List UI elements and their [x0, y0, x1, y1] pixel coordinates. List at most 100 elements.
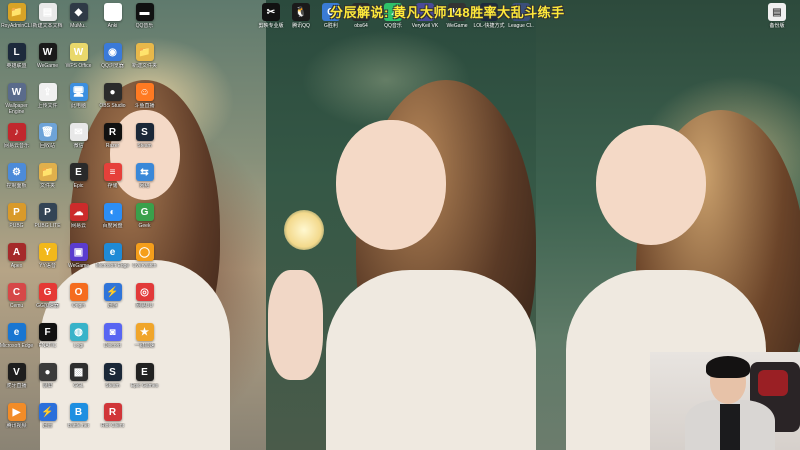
desktop-icon[interactable]: ● 录屏 [31, 363, 64, 389]
app-icon: Y [38, 243, 57, 261]
desktop-icon[interactable]: W WeGame [31, 43, 64, 69]
desktop-icon[interactable]: V 虎牙直播 [0, 363, 33, 389]
desktop-icon-label: 存储 [107, 183, 118, 189]
app-icon: F [38, 323, 57, 341]
desktop-icon[interactable]: ◯ Overwatch [128, 243, 161, 269]
app-icon: 📁 [38, 163, 57, 181]
desktop-icon[interactable]: F FNATIC [31, 323, 64, 349]
desktop-icon[interactable]: S Steam [96, 363, 129, 389]
desktop-icon[interactable]: ▣ WeGame [62, 243, 95, 269]
desktop-icon[interactable]: ♪ 网易云音乐 [0, 123, 33, 149]
app-icon: ⚡ [103, 283, 122, 301]
desktop-icon[interactable]: R Riot Client [96, 403, 129, 429]
desktop-icon[interactable]: A Apex [0, 243, 33, 269]
desktop-icon-label: 网络 [139, 183, 150, 189]
desktop-icon[interactable]: ◍ Logi [62, 323, 95, 349]
desktop-icon[interactable]: ✱ Anki [96, 3, 129, 29]
app-icon: P [38, 203, 57, 221]
desktop-icon[interactable]: E Epic Games [128, 363, 161, 389]
desktop-icon-label: Anki [107, 23, 118, 29]
desktop-icon[interactable]: 🐧 腾讯QQ [286, 3, 316, 29]
app-icon: P [7, 203, 26, 221]
desktop-icon[interactable]: ▤ 新建文本文档 [31, 3, 64, 29]
desktop-icon[interactable]: ★ 一键加速 [128, 323, 161, 349]
desktop-icon[interactable]: P PUBG [0, 203, 33, 229]
desktop-icon[interactable]: W Wallpaper Engine [0, 83, 33, 115]
desktop-icon-label: 备份版 [769, 23, 785, 29]
desktop-icon[interactable]: ⇆ 网络 [128, 163, 161, 189]
app-icon: S [103, 363, 122, 381]
desktop-icon-label: 百度网盘 [102, 223, 123, 229]
desktop-icon[interactable]: L 英雄联盟 [0, 43, 33, 69]
desktop-icon[interactable]: R Razer [96, 123, 129, 149]
desktop-icon-label: OBS Studio [99, 103, 126, 109]
app-icon: R [103, 123, 122, 141]
desktop-icon[interactable]: E Epic [62, 163, 95, 189]
desktop-icon[interactable]: Y YY语音 [31, 243, 64, 269]
app-icon: S [135, 123, 154, 141]
desktop-icon[interactable]: ◐ 百度网盘 [96, 203, 129, 229]
desktop-icon[interactable]: ◙ Discord [96, 323, 129, 349]
desktop-icon[interactable]: ⇪ 上传文件 [31, 83, 64, 109]
desktop-icon[interactable]: S Steam [128, 123, 161, 149]
desktop-icon-label: QQ音乐 [135, 23, 154, 29]
desktop-icon[interactable]: 📁 RoyAdminCLI [0, 3, 33, 29]
desktop-icon-label: WeGame [446, 23, 468, 29]
app-icon: W [69, 43, 88, 61]
app-icon: 🐧 [292, 3, 310, 21]
desktop-icon[interactable]: ✉ 微信 [62, 123, 95, 149]
desktop-icon[interactable]: ▬ QQ音乐 [128, 3, 161, 29]
desktop-icon[interactable]: e Microsoft Edge [96, 243, 129, 269]
desktop-icon[interactable]: G GG加速器 [31, 283, 64, 309]
app-icon: e [103, 243, 122, 261]
desktop-icon[interactable]: ⚙ 控制面板 [0, 163, 33, 189]
app-icon: ● [38, 363, 57, 381]
desktop-icon[interactable]: O Origin [62, 283, 95, 309]
desktop-icon-label: 斗鱼直播 [134, 103, 155, 109]
app-icon: ✱ [103, 3, 122, 21]
desktop-icon[interactable]: ◉ QQ浏览器 [96, 43, 129, 69]
desktop-icon[interactable]: ◆ MuMu.. [62, 3, 95, 29]
desktop-icon[interactable]: ⚡ 迅雷 [31, 403, 64, 429]
desktop-icon[interactable]: P PUBG LITE [31, 203, 64, 229]
desktop-icon[interactable]: ◎ 网易UU [128, 283, 161, 309]
desktop-icon[interactable]: ● OBS Studio [96, 83, 129, 109]
app-icon: E [69, 163, 88, 181]
desktop-icon[interactable]: 🗑 回收站 [31, 123, 64, 149]
app-icon: W [38, 43, 57, 61]
desktop-icon-label: QQ浏览器 [101, 63, 124, 69]
stream-banner: 分辰解说: 黄凡大师148胜率大乱斗练手 [330, 5, 565, 20]
desktop-icon[interactable]: B Battle.net [62, 403, 95, 429]
desktop-icon[interactable]: ≡ 存储 [96, 163, 129, 189]
desktop-icon[interactable]: ⚡ 迅游 [96, 283, 129, 309]
desktop-icon-label: MuMu.. [70, 23, 87, 29]
app-icon: ▩ [69, 363, 88, 381]
app-icon: W [7, 83, 26, 101]
desktop-icon[interactable]: 🖥 此电脑 [62, 83, 95, 109]
desktop-icon[interactable]: C Cemu [0, 283, 33, 309]
desktop-icon[interactable]: e Microsoft Edge [0, 323, 33, 349]
desktop-icon-label: Logi [73, 343, 84, 349]
desktop-icon-label: Steam [105, 383, 120, 389]
desktop-icon[interactable]: ▩ GGL [62, 363, 95, 389]
desktop-icon[interactable]: G Geek [128, 203, 161, 229]
app-icon: ☺ [135, 83, 154, 101]
desktop-icon[interactable]: ▶ 腾讯视频 [0, 403, 33, 429]
app-icon: B [69, 403, 88, 421]
app-icon: ✂ [262, 3, 280, 21]
desktop-icon[interactable]: W WPS Office [62, 43, 95, 69]
app-icon: E [135, 363, 154, 381]
file-icon: ▤ [768, 3, 786, 21]
desktop-icon-right[interactable]: ▤ 备份版 [762, 3, 792, 29]
desktop-icon[interactable]: ☁ 网易云 [62, 203, 95, 229]
desktop-icon[interactable]: 📁 新建文件夹 [128, 43, 161, 69]
desktop-icon[interactable]: ✂ 剪映专业版 [256, 3, 286, 29]
app-icon: ≡ [103, 163, 122, 181]
desktop-icon-label: GGL [73, 383, 84, 389]
streamer-hair [706, 356, 750, 378]
desktop-icon[interactable]: ☺ 斗鱼直播 [128, 83, 161, 109]
app-icon: V [7, 363, 26, 381]
app-icon: ♪ [7, 123, 26, 141]
desktop-icon-label: 腾讯QQ [292, 23, 310, 29]
desktop-icon[interactable]: 📁 文件夹 [31, 163, 64, 189]
